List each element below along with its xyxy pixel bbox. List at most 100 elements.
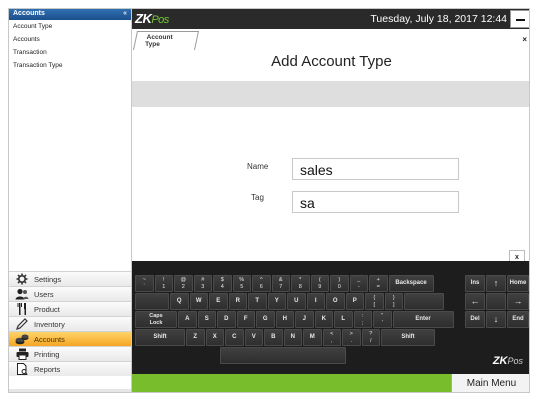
nav-item-printing[interactable]: Printing [9, 346, 131, 361]
key-d[interactable]: D [217, 311, 236, 328]
nav-item-users[interactable]: Users [9, 286, 131, 301]
home-key[interactable]: Home [507, 275, 529, 292]
caps-lock-key[interactable]: Caps Lock [135, 311, 177, 328]
key-x[interactable]: X [205, 329, 224, 346]
up-arrow-key[interactable]: ↑ [486, 275, 506, 292]
fork-knife-icon [14, 303, 30, 315]
sidebar-link-account-type[interactable]: Account Type [9, 20, 131, 33]
enter-key[interactable]: Enter [392, 311, 454, 328]
key-h[interactable]: H [275, 311, 294, 328]
collapse-icon[interactable]: « [123, 10, 127, 17]
key-f[interactable]: F [236, 311, 255, 328]
down-arrow-key[interactable]: ↓ [486, 311, 506, 328]
key-y[interactable]: Y [267, 293, 286, 310]
key-e[interactable]: E [209, 293, 228, 310]
nav-label: Users [34, 289, 54, 299]
key-n[interactable]: N [283, 329, 302, 346]
key-][interactable]: }] [384, 293, 403, 310]
left-arrow-key[interactable]: ← [465, 293, 485, 310]
main-menu-button[interactable]: Main Menu [451, 374, 529, 392]
key-1[interactable]: ! 1 [154, 275, 173, 292]
nav-label: Inventory [34, 319, 65, 329]
sidebar-link-accounts[interactable]: Accounts [9, 33, 131, 46]
key-a[interactable]: A [178, 311, 197, 328]
key-b[interactable]: B [264, 329, 283, 346]
tab-label-line1: Account [146, 34, 173, 41]
header-stripe [132, 81, 529, 107]
key-7[interactable]: & 7 [271, 275, 290, 292]
key-8[interactable]: * 8 [291, 275, 310, 292]
sidebar-title: Accounts [13, 10, 45, 17]
key-s[interactable]: S [197, 311, 216, 328]
report-icon [14, 363, 30, 375]
ins-key[interactable]: Ins [465, 275, 485, 292]
end-key[interactable]: End [507, 311, 529, 328]
key-t[interactable]: T [248, 293, 267, 310]
key-4[interactable]: $4 [213, 275, 232, 292]
sidebar: Accounts « Account Type Accounts Transac… [9, 9, 132, 392]
gear-icon [14, 273, 30, 285]
close-tab-icon[interactable]: × [522, 35, 527, 44]
shift-left-key[interactable]: Shift [135, 329, 185, 346]
key-o[interactable]: O [326, 293, 345, 310]
keyboard-logo: ZKPos [492, 355, 523, 367]
key-2[interactable]: @2 [174, 275, 193, 292]
key-/[interactable]: ? / [361, 329, 380, 346]
blank-key[interactable] [404, 293, 444, 310]
key-g[interactable]: G [256, 311, 275, 328]
printer-icon [14, 348, 30, 360]
key-;[interactable]: :; [353, 311, 372, 328]
key-q[interactable]: Q [170, 293, 189, 310]
key-j[interactable]: J [295, 311, 314, 328]
key-r[interactable]: R [228, 293, 247, 310]
sidebar-link-transaction[interactable]: Transaction [9, 46, 131, 59]
tab-label-line2: Type [145, 41, 160, 48]
key-`[interactable]: ~ ` [135, 275, 154, 292]
app-window: Accounts « Account Type Accounts Transac… [8, 8, 530, 393]
name-field[interactable]: sales [292, 158, 459, 180]
tag-label: Tag [251, 193, 264, 202]
key-9[interactable]: (9 [310, 275, 329, 292]
key-i[interactable]: I [306, 293, 325, 310]
key-5[interactable]: % 5 [232, 275, 251, 292]
key-[[interactable]: {[ [365, 293, 384, 310]
key-p[interactable]: P [345, 293, 364, 310]
minimize-button[interactable] [510, 10, 529, 28]
key-3[interactable]: #3 [193, 275, 212, 292]
key-=[interactable]: + = [369, 275, 388, 292]
key--[interactable]: _ - [349, 275, 368, 292]
nav-item-inventory[interactable]: Inventory [9, 316, 131, 331]
key-c[interactable]: C [225, 329, 244, 346]
app-logo: ZKPos [135, 11, 169, 26]
pencil-icon [14, 318, 30, 330]
main-content: Account Type × Add Account Type Name sal… [132, 29, 529, 266]
key-v[interactable]: V [244, 329, 263, 346]
key-u[interactable]: U [287, 293, 306, 310]
key-l[interactable]: L [334, 311, 353, 328]
nav-label: Printing [34, 349, 60, 359]
key-z[interactable]: Z [186, 329, 205, 346]
bottom-bar: Main Menu [132, 374, 529, 392]
del-key[interactable]: Del [465, 311, 485, 328]
key-.[interactable]: >. [342, 329, 361, 346]
tab-account-type[interactable]: Account Type [132, 31, 200, 50]
key-,[interactable]: <, [322, 329, 341, 346]
tab-key[interactable] [135, 293, 169, 310]
backspace-key[interactable]: Backspace [388, 275, 434, 292]
key-'[interactable]: " ' [373, 311, 392, 328]
center-key[interactable] [486, 293, 506, 310]
nav-item-reports[interactable]: Reports [9, 361, 131, 376]
space-key[interactable] [220, 347, 346, 364]
tag-field[interactable]: sa [292, 191, 459, 213]
right-arrow-key[interactable]: → [507, 293, 529, 310]
key-m[interactable]: M [303, 329, 322, 346]
key-6[interactable]: ^ 6 [252, 275, 271, 292]
nav-item-accounts[interactable]: Accounts [9, 331, 131, 346]
nav-item-product[interactable]: Product [9, 301, 131, 316]
sidebar-link-transaction-type[interactable]: Transaction Type [9, 59, 131, 72]
nav-item-settings[interactable]: Settings [9, 271, 131, 286]
key-k[interactable]: K [314, 311, 333, 328]
shift-right-key[interactable]: Shift [381, 329, 435, 346]
key-w[interactable]: W [189, 293, 208, 310]
key-0[interactable]: ) 0 [330, 275, 349, 292]
